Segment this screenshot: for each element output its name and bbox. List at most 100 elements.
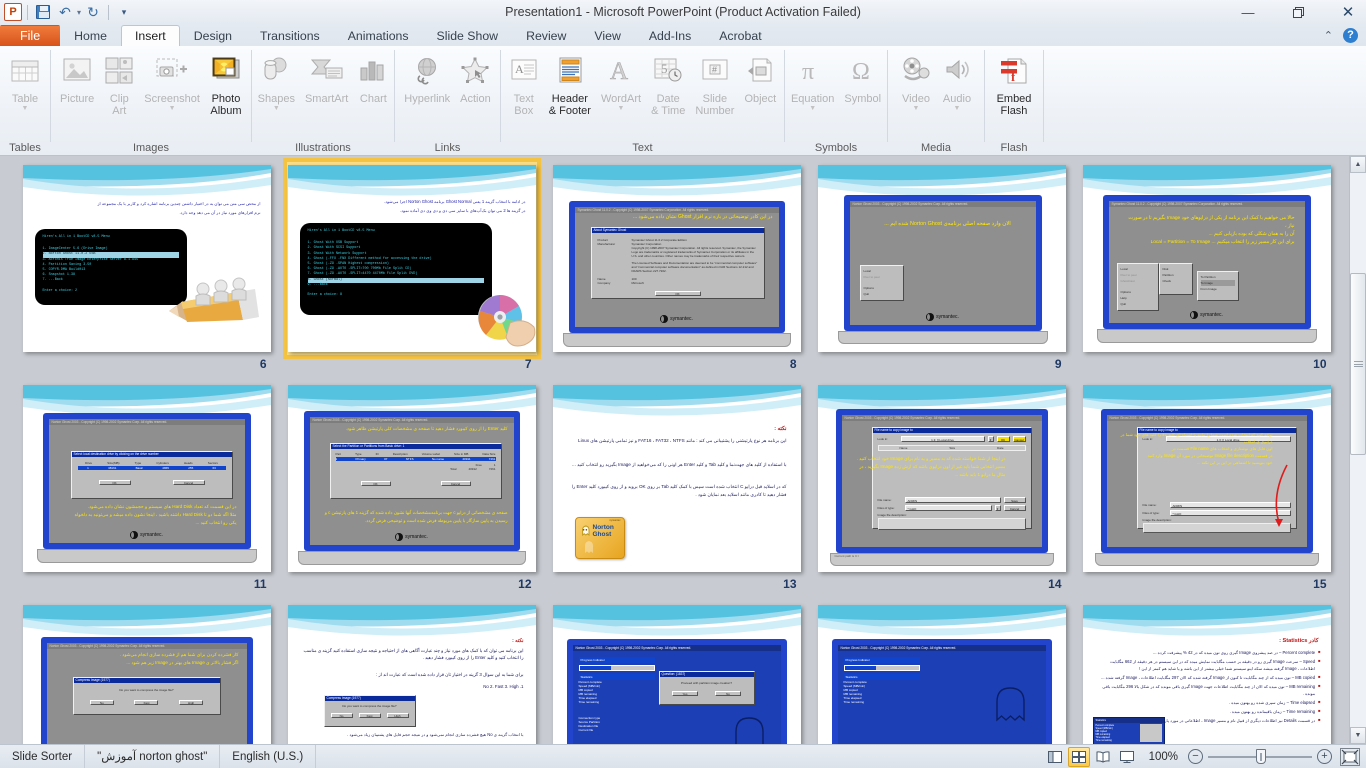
close-button[interactable]: ✕ <box>1336 2 1360 22</box>
yes-button[interactable]: Yes <box>672 691 698 696</box>
table-row[interactable]: 1 Primary 07 NTFS No name 40911 7261 <box>336 457 496 461</box>
slide-cell-13[interactable]: نکته : این برنامه هر نوع پارتیشنی را پشت… <box>544 382 809 602</box>
tab-transitions[interactable]: Transitions <box>246 25 334 46</box>
slide-number-button[interactable]: # Slide Number <box>690 51 739 117</box>
chevron-down-icon[interactable]: ▼ <box>809 105 816 112</box>
no-button[interactable]: No <box>331 713 353 718</box>
ok-button[interactable]: OK <box>99 480 131 485</box>
redo-button[interactable]: ↻ <box>83 2 103 22</box>
fit-slide-to-window-button[interactable] <box>1340 748 1360 766</box>
tab-animations[interactable]: Animations <box>334 25 423 46</box>
tab-review[interactable]: Review <box>512 25 580 46</box>
collapse-ribbon-icon[interactable]: ⌃ <box>1324 29 1333 42</box>
chevron-down-icon[interactable]: ▼ <box>22 105 29 112</box>
tab-acrobat[interactable]: Acrobat <box>705 25 775 46</box>
zoom-level-label[interactable]: 100% <box>1139 751 1188 763</box>
ok-button[interactable]: OK <box>361 481 391 486</box>
menu-item[interactable]: Peer to peer <box>864 274 900 280</box>
reading-view-button[interactable] <box>1092 747 1114 767</box>
slide-thumbnail-11[interactable]: Norton Ghost 2003 - Copyright (C) 1998-2… <box>23 385 271 572</box>
slide-thumbnail-16[interactable]: Norton Ghost 2003 - Copyright (C) 1998-2… <box>23 605 271 744</box>
zoom-out-button[interactable]: − <box>1188 749 1203 764</box>
slide-cell-7[interactable]: در ادامه با انتخاب گزینه 1 یعنی Ghost No… <box>279 162 544 382</box>
embed-flash-button[interactable]: f Embed Flash <box>992 51 1037 117</box>
fast-button[interactable]: Fast <box>134 700 158 705</box>
slide-cell-11[interactable]: Norton Ghost 2003 - Copyright (C) 1998-2… <box>14 382 279 602</box>
file-type-combobox[interactable]: *.GHO <box>905 505 992 511</box>
menu-item[interactable]: Check <box>1163 278 1189 284</box>
status-language[interactable]: English (U.S.) <box>220 745 316 768</box>
slide-cell-12[interactable]: Norton Ghost 2003 - Copyright (C) 1998-2… <box>279 382 544 602</box>
slide-thumbnail-7[interactable]: در ادامه با انتخاب گزینه 1 یعنی Ghost No… <box>288 165 536 352</box>
slide-cell-15[interactable]: Norton Ghost 2003 - Copyright (C) 1998-2… <box>1074 382 1339 602</box>
high-button[interactable]: High <box>179 700 203 705</box>
no-button[interactable]: No <box>90 700 114 705</box>
hyperlink-button[interactable]: Hyperlink <box>399 51 455 105</box>
shapes-button[interactable]: Shapes ▼ <box>253 51 300 112</box>
dropdown-button[interactable]: ▾ <box>995 505 1001 511</box>
slide-thumbnail-15[interactable]: Norton Ghost 2003 - Copyright (C) 1998-2… <box>1083 385 1331 572</box>
help-icon[interactable]: ? <box>1343 28 1358 43</box>
tab-home[interactable]: Home <box>60 25 121 46</box>
chevron-down-icon[interactable]: ▼ <box>273 105 280 112</box>
tab-insert[interactable]: Insert <box>121 25 180 46</box>
chevron-down-icon[interactable]: ▼ <box>913 105 920 112</box>
chevron-down-icon[interactable]: ▼ <box>954 105 961 112</box>
date-time-button[interactable]: 5 Date & Time <box>646 51 690 117</box>
slide-thumbnail-8[interactable]: Symantec Ghost 11.0.2 - Copyright (C) 19… <box>553 165 801 352</box>
scrollbar-thumb[interactable] <box>1350 273 1366 455</box>
slide-thumbnail-13[interactable]: نکته : این برنامه هر نوع پارتیشنی را پشت… <box>553 385 801 572</box>
tab-view[interactable]: View <box>580 25 634 46</box>
look-in-combobox[interactable]: 1.3: [] Local drive <box>901 436 985 442</box>
ok-button[interactable]: OK <box>655 291 701 296</box>
zoom-in-button[interactable]: + <box>1317 749 1332 764</box>
ok-button[interactable]: OK <box>997 436 1010 442</box>
image-description-input[interactable] <box>878 518 1026 530</box>
equation-button[interactable]: π Equation ▼ <box>786 51 839 112</box>
slide-thumbnail-17[interactable]: نکته : این برنامه می توان که با کمک های … <box>288 605 536 744</box>
slide-cell-10[interactable]: Symantec Ghost 11.0.2 - Copyright (C) 19… <box>1074 162 1339 382</box>
chevron-down-icon[interactable]: ▼ <box>618 105 625 112</box>
slide-cell-16[interactable]: Norton Ghost 2003 - Copyright (C) 1998-2… <box>14 602 279 744</box>
slide-thumbnail-6[interactable]: از محض سی متن می توان به در اختیار داشتن… <box>23 165 271 352</box>
text-box-button[interactable]: A Text Box <box>504 51 544 117</box>
menu-item[interactable]: GhostCast <box>1121 278 1155 284</box>
audio-button[interactable]: Audio ▼ <box>937 51 977 112</box>
cancel-button[interactable]: Cancel <box>173 480 205 485</box>
slide-cell-14[interactable]: Norton Ghost 2003 - Copyright (C) 1998-2… <box>809 382 1074 602</box>
smartart-button[interactable]: SmartArt <box>300 51 353 105</box>
tab-design[interactable]: Design <box>180 25 246 46</box>
restore-button[interactable] <box>1286 2 1310 22</box>
zoom-slider[interactable]: − + <box>1188 749 1332 764</box>
scroll-down-button[interactable]: ▼ <box>1350 727 1366 744</box>
status-theme-name[interactable]: "آموزش norton ghost" <box>85 745 220 768</box>
slide-sorter-pane[interactable]: از محض سی متن می توان به در اختیار داشتن… <box>0 156 1366 744</box>
undo-dropdown-icon[interactable]: ▾ <box>77 8 81 17</box>
cancel-button[interactable]: Cancel <box>1004 505 1026 511</box>
photo-album-button[interactable]: Photo Album <box>205 51 247 117</box>
header-footer-button[interactable]: Header & Footer <box>544 51 596 117</box>
zoom-track[interactable] <box>1208 749 1312 764</box>
clip-art-button[interactable]: Clip Art <box>99 51 139 117</box>
slide-cell-19[interactable]: Norton Ghost 2003 - Copyright (C) 1998-2… <box>809 602 1074 744</box>
slide-cell-9[interactable]: Norton Ghost 2003 - Copyright (C) 1998-2… <box>809 162 1074 382</box>
zoom-thumb[interactable] <box>1256 749 1266 764</box>
symbol-button[interactable]: Ω Symbol <box>839 51 886 105</box>
save-button[interactable] <box>33 2 53 22</box>
dropdown-button[interactable]: ▾ <box>988 436 994 442</box>
screenshot-button[interactable]: Screenshot ▼ <box>139 51 205 112</box>
slide-show-view-button[interactable] <box>1116 747 1138 767</box>
customize-qat-button[interactable]: ▾ <box>114 2 134 22</box>
slide-cell-18[interactable]: Norton Ghost 2003 - Copyright (C) 1998-2… <box>544 602 809 744</box>
minimize-button[interactable]: — <box>1236 2 1260 22</box>
slide-cell-20[interactable]: کادر Statistics : ■Percent complete – در… <box>1074 602 1339 744</box>
object-button[interactable]: Object <box>739 51 781 105</box>
undo-button[interactable]: ↶ <box>55 2 75 22</box>
slide-cell-17[interactable]: نکته : این برنامه می توان که با کمک های … <box>279 602 544 744</box>
menu-item[interactable]: Quit <box>1121 301 1155 307</box>
picture-button[interactable]: Picture <box>55 51 99 105</box>
file-name-input[interactable]: ADMIN <box>905 497 1001 503</box>
tab-file[interactable]: File <box>0 25 60 46</box>
slide-cell-8[interactable]: Symantec Ghost 11.0.2 - Copyright (C) 19… <box>544 162 809 382</box>
chart-button[interactable]: Chart <box>353 51 393 105</box>
